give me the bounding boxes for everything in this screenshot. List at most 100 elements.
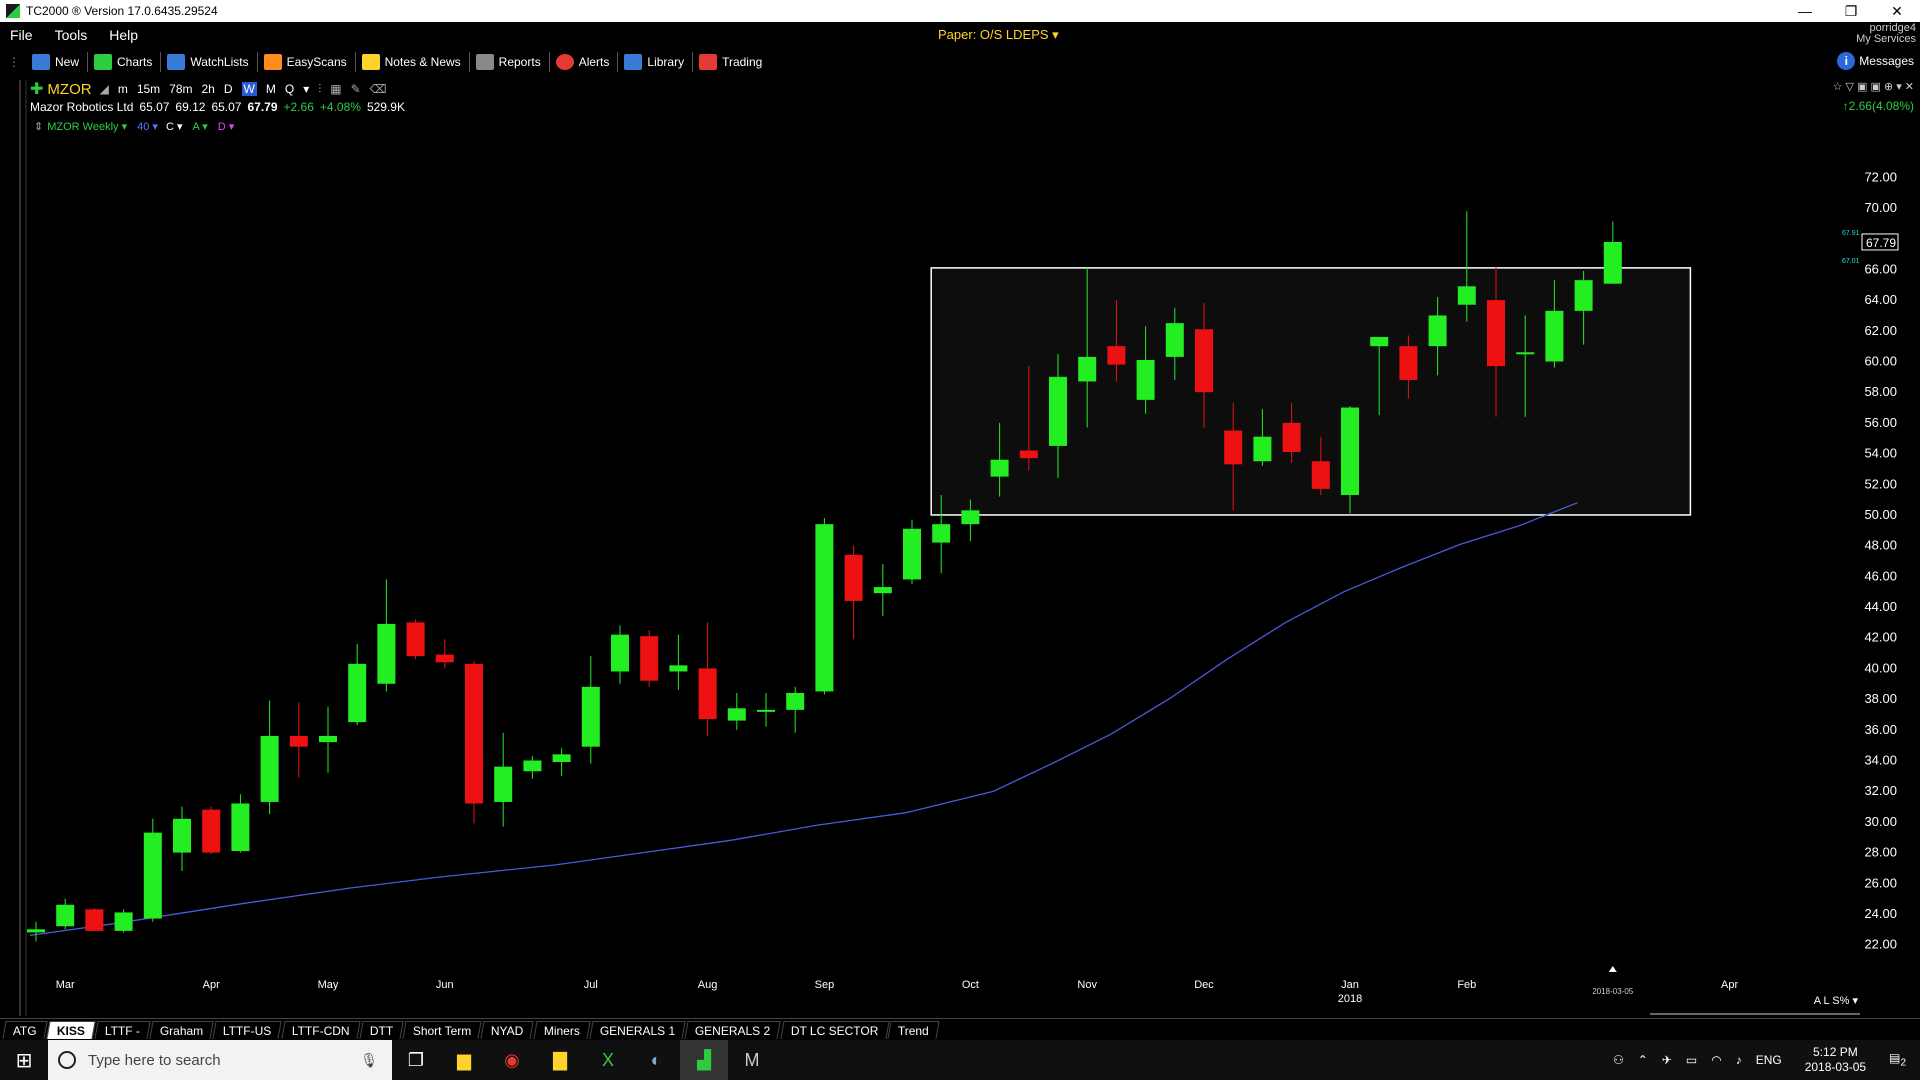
a-dropdown[interactable]: A ▾ bbox=[192, 120, 207, 133]
tab-miners[interactable]: Miners bbox=[533, 1020, 591, 1039]
tab-dt-lc-sector[interactable]: DT LC SECTOR bbox=[779, 1020, 889, 1039]
tab-lttf-cdn[interactable]: LTTF-CDN bbox=[281, 1020, 361, 1039]
excel-icon[interactable]: X bbox=[584, 1040, 632, 1080]
draw-icon[interactable]: ◢ bbox=[100, 82, 109, 96]
y-tick-label: 30.00 bbox=[1864, 814, 1897, 829]
candle-body bbox=[1428, 315, 1447, 347]
tab-kiss[interactable]: KISS bbox=[46, 1020, 96, 1039]
wifi-icon[interactable]: ◠ bbox=[1711, 1053, 1721, 1067]
price-series-dropdown[interactable]: MZOR Weekly ▾ bbox=[47, 120, 127, 133]
c-dropdown[interactable]: C ▾ bbox=[166, 120, 183, 133]
price-chart[interactable]: 72.00 70.00 66.00 64.00 62.00 60.00 58.00 56.00… bbox=[0, 0, 1920, 1018]
people-icon[interactable]: ⚇ bbox=[1613, 1053, 1624, 1067]
windows-start-icon[interactable]: ⊞ bbox=[0, 1040, 48, 1080]
tab-lttf-us[interactable]: LTTF-US bbox=[212, 1020, 283, 1039]
candle-body bbox=[990, 459, 1009, 477]
y-tick-label: 22.00 bbox=[1864, 937, 1897, 952]
file-explorer-icon[interactable]: ▆ bbox=[440, 1040, 488, 1080]
y-tick-label: 58.00 bbox=[1864, 384, 1897, 399]
volume-icon[interactable]: ♪ bbox=[1736, 1053, 1742, 1067]
timeframe-78m[interactable]: 78m bbox=[169, 82, 192, 96]
marker-low-label: 67.01 bbox=[1842, 258, 1860, 265]
x-tick-label: Dec bbox=[1194, 979, 1214, 991]
task-view-icon[interactable]: ❐ bbox=[392, 1040, 440, 1080]
clock[interactable]: 5:12 PM 2018-03-05 bbox=[1805, 1045, 1866, 1075]
y-tick-label: 50.00 bbox=[1864, 507, 1897, 522]
x-year-label: 2018 bbox=[1338, 993, 1362, 1005]
chrome-icon[interactable]: ◉ bbox=[488, 1040, 536, 1080]
paint-icon[interactable]: ◐ bbox=[632, 1040, 680, 1080]
y-tick-label: 36.00 bbox=[1864, 722, 1897, 737]
timeframe-m-monthly[interactable]: M bbox=[266, 82, 276, 96]
bar-type-icon[interactable]: ⫶ bbox=[318, 82, 321, 97]
sticky-notes-icon[interactable]: ▇ bbox=[536, 1040, 584, 1080]
move-icon[interactable]: ⇕ bbox=[34, 120, 43, 133]
tab-label: Trend bbox=[898, 1023, 929, 1037]
y-tick-label: 44.00 bbox=[1864, 599, 1897, 614]
candle-body bbox=[727, 708, 746, 721]
last-price-label: 67.79 bbox=[1866, 236, 1896, 250]
y-tick-label: 24.00 bbox=[1864, 906, 1897, 921]
tray-chevron-icon[interactable]: ⌃ bbox=[1638, 1053, 1648, 1067]
m-app-icon[interactable]: M bbox=[728, 1040, 776, 1080]
y-tick-label: 66.00 bbox=[1864, 261, 1897, 276]
x-tick-label: Sep bbox=[815, 979, 835, 991]
tab-graham[interactable]: Graham bbox=[149, 1020, 214, 1039]
open-price: 65.07 bbox=[139, 100, 170, 114]
candle-body bbox=[1487, 300, 1505, 367]
y-tick-label: 54.00 bbox=[1864, 446, 1897, 461]
timeframe-2h[interactable]: 2h bbox=[202, 82, 215, 96]
d-dropdown[interactable]: D ▾ bbox=[218, 120, 235, 133]
y-tick-label: 40.00 bbox=[1864, 660, 1897, 675]
notifications-icon[interactable]: ▤2 bbox=[1889, 1051, 1906, 1068]
timeframe-d[interactable]: D bbox=[224, 82, 233, 96]
candle-body bbox=[319, 735, 337, 743]
language-indicator[interactable]: ENG bbox=[1756, 1053, 1782, 1067]
candle-body bbox=[1224, 430, 1243, 465]
candle-body bbox=[1603, 241, 1622, 284]
candle-body bbox=[873, 587, 892, 594]
chart-window-icons[interactable]: ☆ ▽ ▣ ▣ ⊕ ▾ ✕ bbox=[1833, 80, 1914, 93]
tab-atg[interactable]: ATG bbox=[2, 1020, 48, 1039]
high-price: 69.12 bbox=[175, 100, 206, 114]
network-icon[interactable]: ✈ bbox=[1662, 1053, 1672, 1067]
tab-dtt[interactable]: DTT bbox=[358, 1020, 404, 1039]
eraser-icon[interactable]: ⌫ bbox=[370, 82, 387, 96]
tab-label: ATG bbox=[12, 1023, 37, 1037]
timeframe-dropdown-icon[interactable]: ▾ bbox=[303, 82, 309, 96]
last-price: 67.79 bbox=[247, 100, 278, 114]
y-tick-label: 34.00 bbox=[1864, 753, 1897, 768]
candle-body bbox=[1136, 359, 1155, 400]
candle-body bbox=[1370, 336, 1389, 347]
timeframe-m[interactable]: m bbox=[118, 82, 128, 96]
pencil-icon[interactable]: ✎ bbox=[351, 82, 361, 96]
timeframe-q[interactable]: Q bbox=[285, 82, 294, 96]
timeframe-w[interactable]: W bbox=[241, 82, 257, 96]
grid-icon[interactable]: ▦ bbox=[330, 82, 341, 96]
tab-trend[interactable]: Trend bbox=[887, 1020, 940, 1039]
y-tick-label: 42.00 bbox=[1864, 630, 1897, 645]
ma-length-dropdown[interactable]: 40 ▾ bbox=[137, 120, 158, 133]
tab-generals-2[interactable]: GENERALS 2 bbox=[684, 1020, 782, 1039]
tab-nyad[interactable]: NYAD bbox=[480, 1020, 535, 1039]
indicator-row: ⇕ MZOR Weekly ▾ 40 ▾ C ▾ A ▾ D ▾ bbox=[34, 118, 234, 134]
battery-icon[interactable]: ▭ bbox=[1686, 1053, 1697, 1067]
x-tick-label: Jul bbox=[584, 979, 598, 991]
tab-short-term[interactable]: Short Term bbox=[402, 1020, 482, 1039]
tab-label: NYAD bbox=[491, 1023, 524, 1037]
candle-body bbox=[523, 760, 542, 772]
tab-label: LTTF-CDN bbox=[291, 1023, 350, 1037]
taskbar-search[interactable]: Type here to search 🎙 bbox=[48, 1040, 392, 1080]
mic-icon[interactable]: 🎙 bbox=[360, 1052, 378, 1069]
symbol-ticker[interactable]: MZOR bbox=[47, 81, 91, 98]
tab-lttf-[interactable]: LTTF - bbox=[94, 1020, 151, 1039]
candle-body bbox=[56, 904, 75, 927]
tab-label: KISS bbox=[56, 1023, 85, 1037]
x-tick-label: Apr bbox=[203, 979, 220, 991]
add-symbol-icon[interactable]: ✚ bbox=[30, 79, 43, 99]
tab-generals-1[interactable]: GENERALS 1 bbox=[589, 1020, 686, 1039]
candle-body bbox=[1107, 346, 1126, 365]
clock-date: 2018-03-05 bbox=[1804, 1060, 1867, 1074]
timeframe-15m[interactable]: 15m bbox=[137, 82, 160, 96]
tc2000-taskbar-icon[interactable]: ▟ bbox=[680, 1040, 728, 1080]
